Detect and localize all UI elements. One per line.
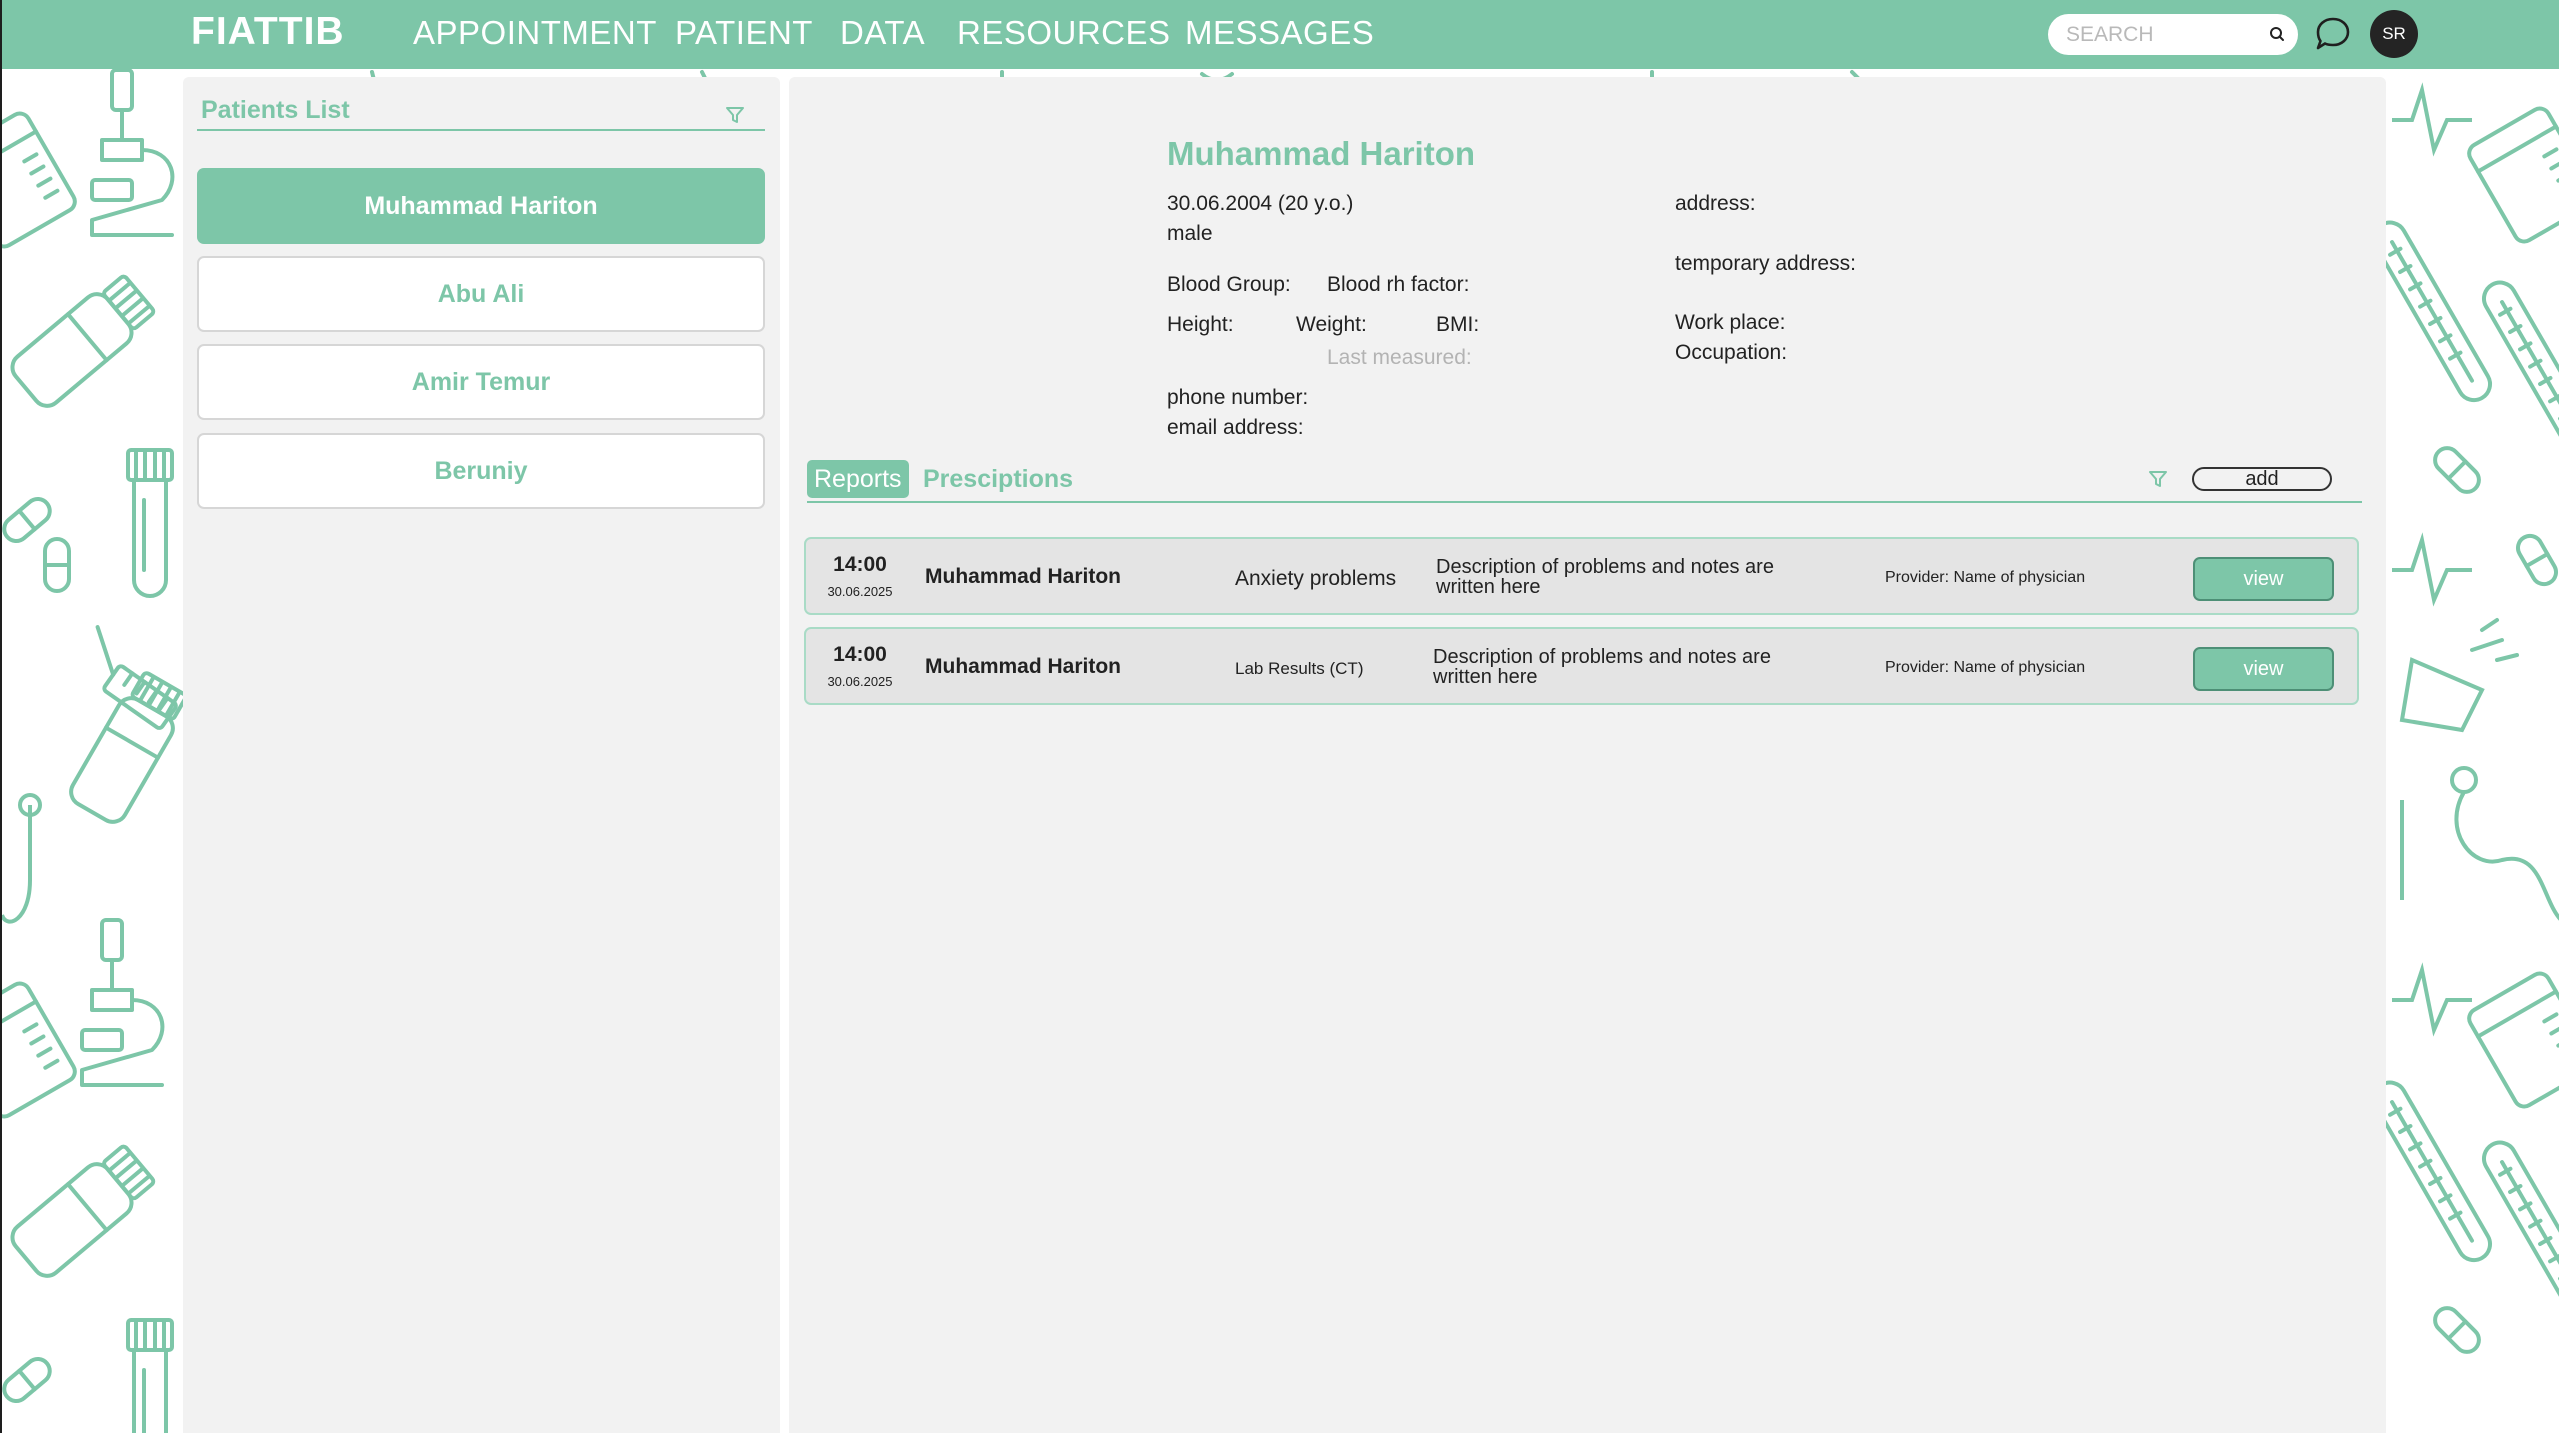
last-measured-label: Last measured: — [1327, 346, 1472, 369]
patient-item[interactable]: Muhammad Hariton — [197, 168, 765, 244]
patients-list-panel: Patients List Muhammad Hariton Abu Ali A… — [183, 77, 780, 1433]
patient-item[interactable]: Abu Ali — [197, 256, 765, 332]
report-row[interactable]: 14:00 30.06.2025 Muhammad Hariton Anxiet… — [804, 537, 2359, 615]
divider — [807, 501, 2362, 503]
report-description: Description of problems and notes are wr… — [1436, 556, 1774, 598]
nav-messages[interactable]: MESSAGES — [1185, 14, 1374, 52]
divider — [197, 129, 765, 131]
report-date: 30.06.2025 — [827, 674, 893, 689]
patient-dob: 30.06.2004 (20 y.o.) — [1167, 192, 1354, 215]
filter-icon[interactable] — [724, 104, 746, 126]
report-subject: Anxiety problems — [1235, 567, 1397, 590]
patient-name-heading: Muhammad Hariton — [1167, 135, 1476, 172]
view-button[interactable]: view — [2193, 557, 2334, 601]
app-logo[interactable]: FIATTIB — [191, 10, 345, 54]
temporary-address-label: temporary address: — [1675, 252, 1856, 275]
report-row[interactable]: 14:00 30.06.2025 Muhammad Hariton Lab Re… — [804, 627, 2359, 705]
address-label: address: — [1675, 192, 1756, 215]
report-patient-name: Muhammad Hariton — [925, 565, 1122, 588]
nav-appointment[interactable]: APPOINTMENT — [413, 14, 657, 52]
nav-patient[interactable]: PATIENT — [675, 14, 813, 52]
patient-detail-panel: Muhammad Hariton 30.06.2004 (20 y.o.) ma… — [789, 77, 2386, 1433]
chat-bubble-icon[interactable] — [2314, 15, 2352, 53]
patient-item[interactable]: Amir Temur — [197, 344, 765, 420]
patients-list-title: Patients List — [201, 96, 350, 124]
height-label: Height: — [1167, 313, 1234, 336]
blood-group-label: Blood Group: — [1167, 273, 1291, 296]
report-time: 14:00 — [833, 553, 887, 576]
search-input[interactable] — [2064, 20, 2258, 50]
work-place-label: Work place: — [1675, 311, 1786, 334]
view-button[interactable]: view — [2193, 647, 2334, 691]
blood-rh-label: Blood rh factor: — [1327, 273, 1470, 296]
patient-item[interactable]: Beruniy — [197, 433, 765, 509]
filter-icon[interactable] — [2147, 468, 2169, 490]
tab-reports[interactable]: Reports — [807, 460, 909, 498]
email-label: email address: — [1167, 416, 1304, 439]
report-date: 30.06.2025 — [827, 584, 893, 599]
bmi-label: BMI: — [1436, 313, 1480, 336]
report-provider: Provider: Name of physician — [1885, 569, 2086, 586]
tab-prescriptions[interactable]: Presciptions — [923, 460, 1073, 498]
phone-label: phone number: — [1167, 386, 1309, 409]
report-subject: Lab Results (CT) — [1235, 659, 1364, 678]
report-patient-name: Muhammad Hariton — [925, 655, 1122, 678]
report-description: Description of problems and notes are wr… — [1433, 646, 1771, 688]
user-avatar[interactable]: SR — [2370, 10, 2418, 58]
report-time: 14:00 — [833, 643, 887, 666]
search-box — [2048, 14, 2298, 55]
nav-resources[interactable]: RESOURCES — [957, 14, 1171, 52]
occupation-label: Occupation: — [1675, 341, 1788, 364]
patient-gender: male — [1167, 222, 1213, 245]
add-button[interactable]: add — [2192, 467, 2332, 491]
top-navigation-bar: FIATTIB APPOINTMENT PATIENT DATA RESOURC… — [2, 0, 2559, 69]
search-icon[interactable] — [2267, 24, 2287, 44]
report-provider: Provider: Name of physician — [1885, 659, 2086, 676]
weight-label: Weight: — [1296, 313, 1367, 336]
nav-data[interactable]: DATA — [840, 14, 925, 52]
